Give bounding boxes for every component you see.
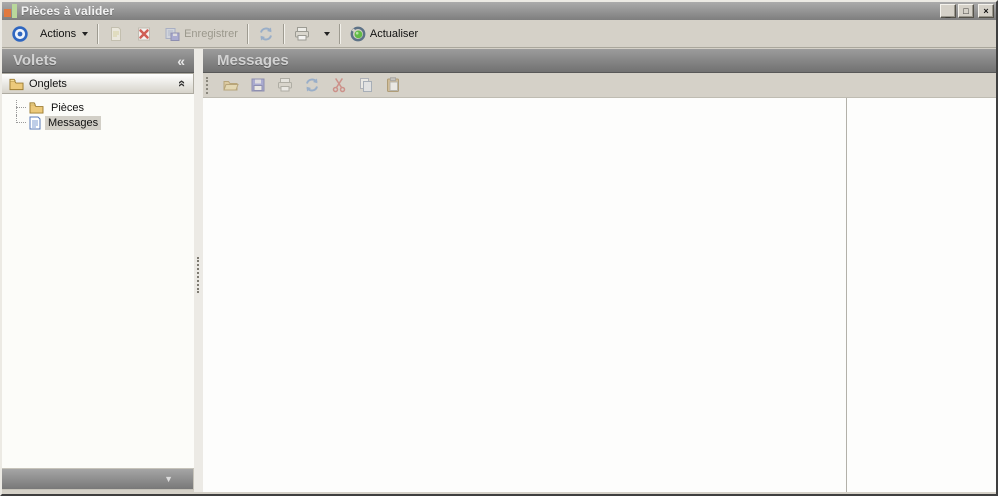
sidebar-tree: Pièces Messages (2, 94, 194, 468)
panel-splitter[interactable] (194, 49, 203, 492)
print-button[interactable] (276, 76, 294, 94)
app-window: Pièces à valider _ □ × Actions Enregistr… (0, 0, 998, 496)
chevron-left-icon: « (177, 52, 185, 69)
section-label: Onglets (29, 77, 67, 90)
sidebar-collapse-button[interactable]: « (177, 54, 185, 68)
main-toolbar: Actions Enregistrer Actualiser (2, 20, 996, 48)
print-dropdown-button[interactable] (316, 29, 336, 39)
refresh-button[interactable] (252, 23, 280, 45)
cut-button[interactable] (330, 76, 348, 94)
options-button[interactable] (6, 23, 34, 45)
folder-icon (9, 78, 24, 90)
title-bar: Pièces à valider _ □ × (2, 2, 996, 20)
cut-icon (332, 78, 346, 93)
tree-item-label: Messages (45, 115, 102, 130)
section-collapse-button[interactable]: « (174, 79, 190, 88)
tree-item-pieces[interactable]: Pièces (2, 100, 194, 115)
chevron-down-icon (82, 31, 89, 36)
content-divider (846, 98, 847, 492)
maximize-icon: □ (963, 5, 969, 16)
main-panel-title: Messages (217, 52, 289, 69)
tree-elbow (16, 100, 27, 115)
window-title: Pièces à valider (21, 4, 115, 18)
toolbar-separator (282, 23, 285, 44)
minimize-icon: _ (945, 8, 951, 19)
tree-elbow (16, 115, 27, 130)
minimize-button[interactable]: _ (940, 4, 956, 18)
messages-content-area (203, 97, 996, 492)
splitter-grip-icon (197, 257, 199, 293)
refresh-button[interactable] (303, 76, 321, 94)
close-icon: × (983, 5, 989, 16)
save-label: Enregistrer (184, 27, 238, 40)
refresh-orb-icon (350, 26, 366, 41)
maximize-button[interactable]: □ (958, 4, 974, 18)
toolbar-separator (97, 23, 100, 44)
sidebar-bottom-bar: ▼ (2, 468, 194, 490)
folder-icon (29, 102, 44, 114)
toolbar-grip-icon (206, 76, 208, 94)
target-icon (12, 25, 28, 42)
chevron-down-icon: ▼ (164, 474, 173, 484)
actions-button[interactable]: Actions (34, 25, 94, 43)
sidebar-title: Volets (13, 52, 57, 69)
print-icon (294, 26, 309, 40)
messages-toolbar (203, 73, 996, 97)
tree-item-messages[interactable]: Messages (2, 115, 194, 130)
app-icon (4, 4, 17, 18)
sidebar-section-onglets[interactable]: Onglets « (2, 73, 194, 94)
delete-icon (138, 27, 151, 40)
main-panel-header: Messages (203, 49, 996, 73)
delete-button[interactable] (130, 23, 158, 45)
actualiser-label: Actualiser (369, 27, 419, 40)
refresh-icon (259, 27, 272, 40)
copy-icon (360, 78, 372, 92)
document-icon (29, 116, 41, 129)
chevron-up-icon: « (174, 79, 190, 88)
tree-item-label: Pièces (51, 101, 85, 114)
new-document-icon (111, 26, 122, 41)
save-button[interactable]: Enregistrer (158, 23, 244, 45)
print-icon (278, 78, 292, 92)
save-icon (165, 27, 180, 41)
paste-icon (387, 77, 399, 92)
new-document-button[interactable] (102, 23, 130, 45)
sidebar-header: Volets « (2, 49, 194, 73)
save-button[interactable] (249, 76, 267, 94)
toolbar-separator (338, 23, 341, 44)
print-button[interactable] (288, 23, 316, 45)
chevron-down-icon (323, 31, 330, 36)
open-folder-button[interactable] (222, 76, 240, 94)
actions-label: Actions (40, 27, 77, 40)
window-controls: _ □ × (940, 4, 994, 18)
sidebar-overflow-button[interactable]: ▼ (164, 474, 173, 484)
paste-button[interactable] (384, 76, 402, 94)
close-button[interactable]: × (978, 4, 994, 18)
actualiser-button[interactable]: Actualiser (344, 23, 424, 45)
refresh-icon (306, 78, 318, 92)
open-folder-icon (223, 81, 239, 91)
copy-button[interactable] (357, 76, 375, 94)
save-icon (251, 78, 265, 92)
toolbar-separator (246, 23, 249, 44)
